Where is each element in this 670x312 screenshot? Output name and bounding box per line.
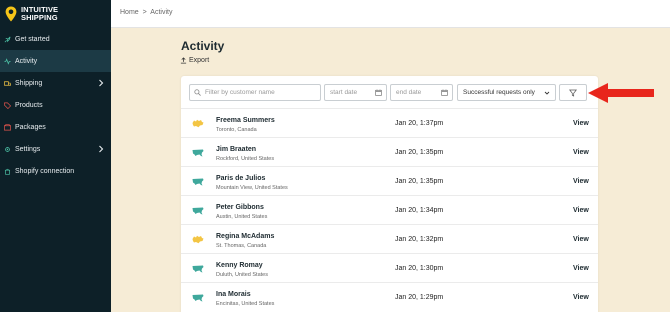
export-label: Export xyxy=(189,57,210,64)
sidebar-item-settings[interactable]: Settings xyxy=(0,138,111,160)
filter-icon xyxy=(569,89,577,97)
sidebar-item-label: Shopify connection xyxy=(15,167,75,175)
sidebar-item-shipping[interactable]: Shipping xyxy=(0,72,111,94)
brand-name: INTUITIVE SHIPPING xyxy=(21,6,58,22)
request-date: Jan 20, 1:32pm xyxy=(395,236,444,243)
customer-location: Toronto, Canada xyxy=(216,127,257,133)
location-pin-icon xyxy=(5,6,17,22)
end-date-input[interactable]: end date xyxy=(390,84,453,101)
usa-map-icon xyxy=(192,265,204,273)
customer-search-input[interactable]: Filter by customer name xyxy=(189,84,321,101)
top-bar: Home > Activity xyxy=(111,0,670,28)
sidebar-item-shopify-connection[interactable]: Shopify connection xyxy=(0,160,111,182)
brand-line2: SHIPPING xyxy=(21,13,58,22)
table-row[interactable]: Kenny Romay Duluth, United States Jan 20, … xyxy=(181,253,598,282)
end-date-placeholder: end date xyxy=(396,89,422,96)
start-date-input[interactable]: start date xyxy=(324,84,387,101)
breadcrumb-home[interactable]: Home xyxy=(120,9,139,16)
filter-button[interactable] xyxy=(559,84,587,101)
tag-icon xyxy=(4,102,11,109)
canada-map-icon xyxy=(192,119,204,128)
sidebar-item-label: Shipping xyxy=(15,79,43,87)
request-date: Jan 20, 1:30pm xyxy=(395,265,444,272)
page-title: Activity xyxy=(181,39,225,53)
request-date: Jan 20, 1:35pm xyxy=(395,149,444,156)
breadcrumb-current: Activity xyxy=(150,9,173,16)
package-icon xyxy=(4,123,11,130)
customer-name: Regina McAdams xyxy=(216,233,275,240)
sidebar-item-get-started[interactable]: Get started xyxy=(0,28,111,50)
export-icon xyxy=(180,57,187,64)
customer-name: Ina Morais xyxy=(216,291,251,298)
gear-icon xyxy=(5,146,10,152)
rocket-icon xyxy=(4,36,11,42)
view-link[interactable]: View xyxy=(573,294,589,301)
view-link[interactable]: View xyxy=(573,207,589,214)
search-placeholder: Filter by customer name xyxy=(205,89,275,96)
customer-name: Jim Braaten xyxy=(216,146,257,153)
start-date-placeholder: start date xyxy=(330,89,358,96)
view-link[interactable]: View xyxy=(573,265,589,272)
sidebar-item-label: Activity xyxy=(15,57,38,65)
search-icon xyxy=(194,89,201,96)
request-date: Jan 20, 1:34pm xyxy=(395,207,444,214)
customer-location: Rockford, United States xyxy=(216,156,275,162)
view-link[interactable]: View xyxy=(573,120,589,127)
request-date: Jan 20, 1:35pm xyxy=(395,178,444,185)
view-link[interactable]: View xyxy=(573,236,589,243)
view-link[interactable]: View xyxy=(573,178,589,185)
activity-list: Freema Summers Toronto, Canada Jan 20, 1:3… xyxy=(181,108,598,311)
customer-name: Paris de Julios xyxy=(216,175,266,182)
table-row[interactable]: Regina McAdams St. Thomas, Canada Jan 20, … xyxy=(181,224,598,253)
calendar-icon xyxy=(375,89,382,96)
customer-location: Austin, United States xyxy=(216,214,268,220)
sidebar-item-label: Settings xyxy=(15,145,41,153)
shopify-icon xyxy=(4,168,11,175)
chevron-down-icon xyxy=(544,91,550,95)
customer-name: Kenny Romay xyxy=(216,262,263,269)
annotation-arrow xyxy=(588,83,654,103)
sidebar-item-label: Products xyxy=(15,101,43,109)
sidebar-item-packages[interactable]: Packages xyxy=(0,116,111,138)
table-row[interactable]: Paris de Julios Mountain View, United Sta… xyxy=(181,166,598,195)
view-link[interactable]: View xyxy=(573,149,589,156)
table-row[interactable]: Freema Summers Toronto, Canada Jan 20, 1:3… xyxy=(181,108,598,137)
calendar-icon xyxy=(441,89,448,96)
truck-icon xyxy=(4,80,11,86)
sidebar-item-activity[interactable]: Activity xyxy=(0,50,111,72)
chevron-right-icon xyxy=(99,145,104,153)
export-button[interactable]: Export xyxy=(180,57,209,64)
usa-map-icon xyxy=(192,178,204,186)
breadcrumb: Home > Activity xyxy=(120,9,174,16)
sidebar-item-label: Get started xyxy=(15,35,50,43)
request-date: Jan 20, 1:29pm xyxy=(395,294,444,301)
usa-map-icon xyxy=(192,149,204,157)
usa-map-icon xyxy=(192,294,204,302)
customer-location: Encinitas, United States xyxy=(216,301,275,307)
status-select-value: Successful requests only xyxy=(463,89,535,96)
request-date: Jan 20, 1:37pm xyxy=(395,120,444,127)
sidebar-item-products[interactable]: Products xyxy=(0,94,111,116)
customer-location: Mountain View, United States xyxy=(216,185,288,191)
brand-logo[interactable]: INTUITIVE SHIPPING xyxy=(0,0,111,28)
activity-icon xyxy=(4,57,11,65)
usa-map-icon xyxy=(192,207,204,215)
canada-map-icon xyxy=(192,235,204,244)
customer-location: Duluth, United States xyxy=(216,272,268,278)
customer-name: Freema Summers xyxy=(216,117,275,124)
customer-name: Peter Gibbons xyxy=(216,204,264,211)
status-select[interactable]: Successful requests only xyxy=(457,84,556,101)
customer-location: St. Thomas, Canada xyxy=(216,243,267,249)
table-row[interactable]: Jim Braaten Rockford, United States Jan 20… xyxy=(181,137,598,166)
breadcrumb-separator: > xyxy=(142,9,147,16)
activity-card: Filter by customer name start date end d… xyxy=(181,76,598,312)
sidebar-item-label: Packages xyxy=(15,123,46,131)
table-row[interactable]: Ina Morais Encinitas, United States Jan 20… xyxy=(181,282,598,311)
sidebar: INTUITIVE SHIPPING Get started Activity … xyxy=(0,0,111,312)
table-row[interactable]: Peter Gibbons Austin, United States Jan 20… xyxy=(181,195,598,224)
chevron-right-icon xyxy=(99,79,104,87)
